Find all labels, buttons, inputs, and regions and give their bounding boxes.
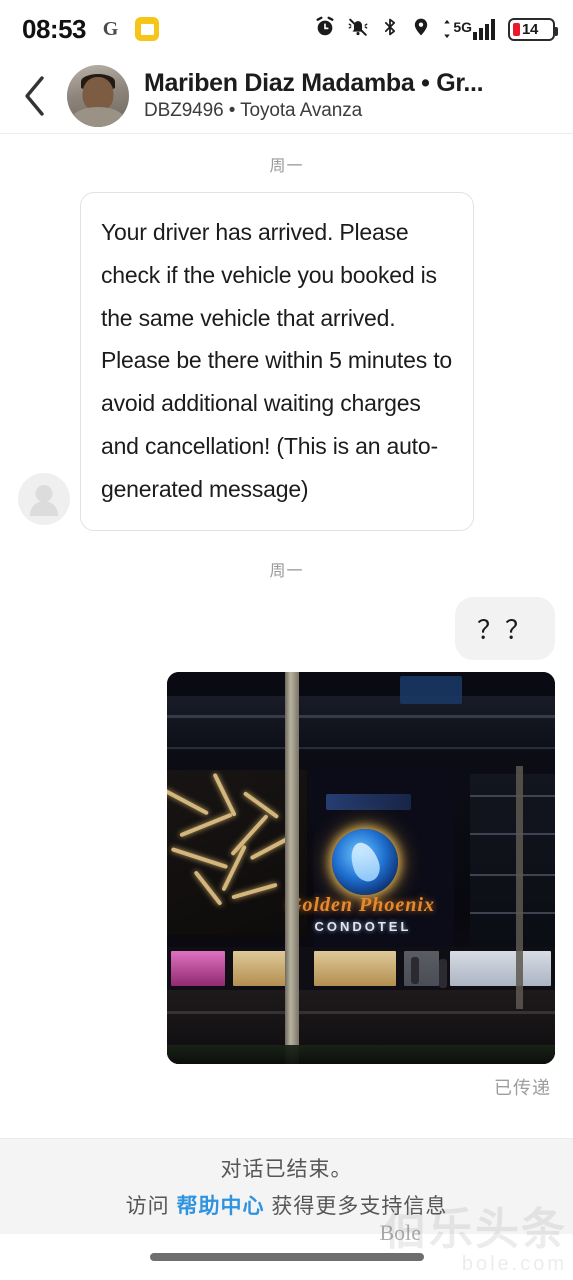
message-row-outgoing: ？？ bbox=[0, 597, 573, 661]
hotel-logo-sign bbox=[331, 829, 398, 896]
clock-time: 08:53 bbox=[22, 13, 87, 44]
alarm-icon bbox=[314, 16, 336, 43]
outgoing-message-bubble[interactable]: ？？ bbox=[454, 597, 555, 661]
home-gesture-pill[interactable] bbox=[149, 1253, 424, 1261]
bluetooth-icon bbox=[380, 16, 400, 43]
hotel-brand-text: Golden Phoenix bbox=[287, 893, 435, 916]
photo-message-thumbnail[interactable]: Golden Phoenix CONDOTEL bbox=[167, 672, 555, 1065]
status-bar-right: 5G 14 bbox=[314, 16, 558, 43]
yellow-app-icon bbox=[135, 17, 159, 41]
network-type-label: 5G bbox=[453, 19, 472, 35]
day-separator-2: 周一 bbox=[269, 563, 304, 581]
delivery-status: 已传递 bbox=[494, 1078, 551, 1099]
condotel-text: CONDOTEL bbox=[314, 919, 412, 935]
sender-avatar bbox=[18, 473, 70, 526]
vehicle-subtitle: DBZ9496 • Toyota Avanza bbox=[144, 100, 363, 121]
photo-message-row: Golden Phoenix CONDOTEL bbox=[0, 672, 573, 1065]
system-navigation-bar bbox=[0, 1234, 573, 1280]
phone-screen: 08:53 G 5G 14 Mariben Diaz Madamba • Gr.… bbox=[0, 0, 573, 1280]
help-prefix-text: 访问 bbox=[125, 1195, 177, 1218]
incoming-message-bubble[interactable]: Your driver has arrived. Please check if… bbox=[80, 192, 474, 532]
status-bar-left: 08:53 G bbox=[22, 14, 159, 45]
watermark-latin-text: Bole bbox=[379, 1220, 421, 1245]
conversation-ended-text: 对话已结束。 bbox=[220, 1158, 353, 1181]
location-icon bbox=[411, 16, 431, 43]
day-separator: 周一 bbox=[269, 158, 304, 175]
google-g-icon: G bbox=[102, 17, 119, 40]
conversation-ended-footer: 对话已结束。 访问 帮助中心 获得更多支持信息 bbox=[0, 1138, 573, 1234]
help-suffix-text: 获得更多支持信息 bbox=[264, 1195, 448, 1218]
battery-level-label: 14 bbox=[522, 20, 539, 38]
page-title: Mariben Diaz Madamba • Gr... bbox=[144, 69, 484, 97]
battery-indicator: 14 bbox=[508, 17, 558, 41]
message-row-incoming: Your driver has arrived. Please check if… bbox=[0, 192, 573, 532]
conversation-header: Mariben Diaz Madamba • Gr... DBZ9496 • T… bbox=[0, 58, 573, 134]
help-center-link[interactable]: 帮助中心 bbox=[177, 1195, 265, 1218]
header-text-block[interactable]: Mariben Diaz Madamba • Gr... DBZ9496 • T… bbox=[144, 69, 484, 122]
status-bar: 08:53 G 5G 14 bbox=[0, 0, 573, 58]
bell-muted-icon bbox=[347, 16, 369, 43]
signal-5g-icon: 5G bbox=[442, 18, 497, 40]
street-pole bbox=[285, 672, 300, 1065]
message-list[interactable]: 周一 Your driver has arrived. Please check… bbox=[0, 134, 573, 1138]
back-chevron-icon[interactable] bbox=[18, 75, 52, 116]
avatar[interactable] bbox=[67, 64, 129, 127]
help-center-line: 访问 帮助中心 获得更多支持信息 bbox=[126, 1190, 448, 1220]
